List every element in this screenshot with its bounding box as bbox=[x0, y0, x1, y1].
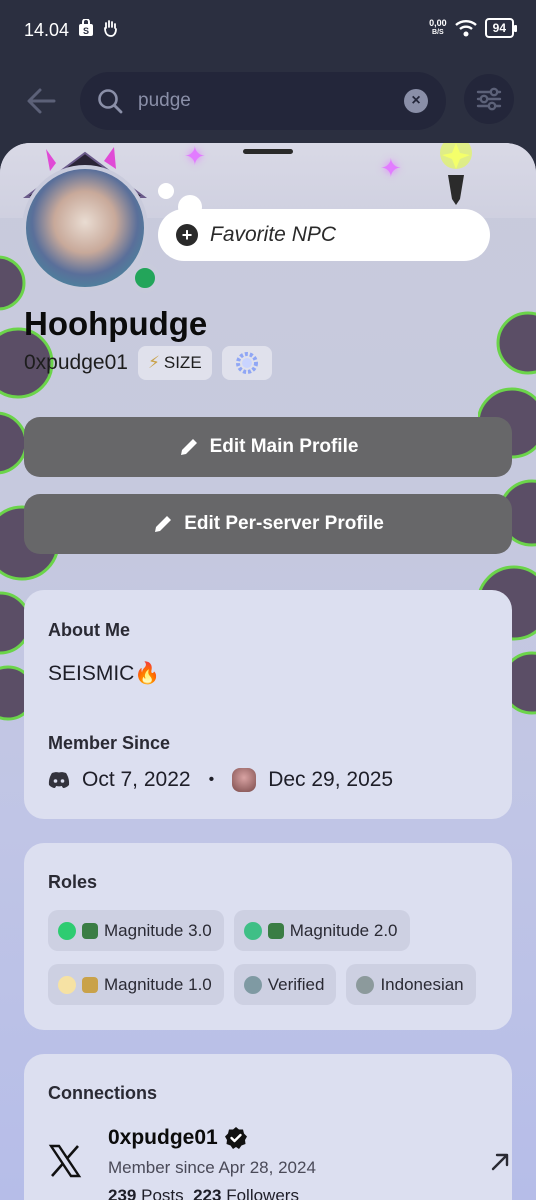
about-me-heading: About Me bbox=[48, 620, 130, 640]
role-emblem-icon bbox=[82, 976, 98, 993]
profile-sheet: ✦ ✦ + Favorite NPC Hoohpudge 0xpudge01 ⚡… bbox=[0, 143, 536, 1200]
followers-count: 223 bbox=[193, 1186, 222, 1200]
role-label: Magnitude 2.0 bbox=[289, 920, 398, 940]
external-link-arrow-icon[interactable] bbox=[490, 1152, 510, 1172]
role-color-dot bbox=[356, 975, 375, 994]
member-since-heading: Member Since bbox=[48, 733, 171, 753]
role-label: Indonesian bbox=[380, 974, 464, 994]
add-status-icon: + bbox=[176, 224, 198, 246]
custom-status-bubble[interactable]: + Favorite NPC bbox=[158, 209, 490, 261]
clock: 14.04 bbox=[24, 20, 70, 40]
role-chip[interactable]: Magnitude 1.0 bbox=[48, 964, 224, 1005]
server-icon bbox=[232, 768, 257, 792]
sparkle-icon: ✦ bbox=[380, 153, 402, 183]
role-label: Verified bbox=[267, 974, 325, 994]
username: 0xpudge01 bbox=[24, 351, 128, 374]
discord-member-since: Oct 7, 2022 bbox=[82, 768, 191, 791]
role-chip[interactable]: Magnitude 2.0 bbox=[233, 910, 410, 951]
posts-count: 239 bbox=[108, 1186, 137, 1200]
role-color-dot bbox=[243, 921, 262, 940]
connection-account-name: 0xpudge01 bbox=[108, 1126, 218, 1149]
battery-indicator: 94 bbox=[484, 18, 518, 38]
status-bar: 14.04 S 0,00 B/S 94 bbox=[0, 0, 536, 58]
server-tag[interactable]: ⚡ SIZE bbox=[137, 346, 212, 380]
server-member-since: Dec 29, 2025 bbox=[268, 768, 394, 791]
search-header: pudge × bbox=[0, 58, 536, 148]
filter-button[interactable] bbox=[464, 74, 514, 124]
member-since-row: Oct 7, 2022 • Dec 29, 2025 bbox=[48, 768, 393, 792]
role-color-dot bbox=[58, 975, 76, 994]
custom-status-text: Favorite NPC bbox=[210, 223, 337, 246]
edit-main-profile-button[interactable]: Edit Main Profile bbox=[24, 417, 512, 477]
separator-dot: • bbox=[208, 771, 215, 788]
connections-heading: Connections bbox=[48, 1083, 158, 1103]
search-icon bbox=[98, 89, 123, 114]
gesture-hand-icon bbox=[104, 20, 117, 37]
wifi-icon bbox=[454, 20, 477, 37]
back-arrow-icon[interactable] bbox=[24, 84, 58, 118]
online-status-indicator bbox=[130, 263, 160, 293]
role-label: Magnitude 3.0 bbox=[104, 920, 212, 940]
roles-card: Roles Magnitude 3.0 Magnitude 2.0 Magnit… bbox=[24, 843, 512, 1030]
display-name: Hoohpudge bbox=[24, 305, 208, 342]
connections-card: Connections 0xpudge01 Member since Apr 2… bbox=[24, 1054, 512, 1200]
role-emblem-icon bbox=[82, 922, 98, 939]
connection-member-since: Member since Apr 28, 2024 bbox=[108, 1158, 316, 1177]
edit-per-server-profile-label: Edit Per-server Profile bbox=[184, 513, 384, 534]
connection-stats: 239 Posts 223 Followers bbox=[108, 1186, 299, 1200]
search-query: pudge bbox=[138, 90, 191, 111]
role-color-dot bbox=[243, 975, 262, 994]
search-input[interactable]: pudge × bbox=[80, 72, 446, 130]
connection-name-row: 0xpudge01 bbox=[108, 1126, 248, 1150]
clear-search-icon[interactable]: × bbox=[404, 89, 428, 113]
role-color-dot bbox=[58, 921, 76, 940]
drag-handle[interactable] bbox=[243, 149, 293, 154]
sparkle-icon: ✦ bbox=[184, 143, 206, 171]
sliders-icon bbox=[476, 87, 502, 111]
thought-bubble-dot bbox=[158, 183, 174, 199]
network-speed: 0,00 B/S bbox=[429, 18, 447, 37]
avatar bbox=[22, 165, 148, 291]
edit-main-profile-label: Edit Main Profile bbox=[209, 436, 359, 457]
connection-row[interactable]: 0xpudge01 Member since Apr 28, 2024 239 … bbox=[48, 1124, 509, 1200]
about-me-card: About Me SEISMIC🔥 Member Since Oct 7, 20… bbox=[24, 590, 512, 819]
role-label: Magnitude 1.0 bbox=[104, 974, 212, 994]
pencil-icon bbox=[155, 516, 172, 532]
avatar-container[interactable] bbox=[16, 147, 160, 293]
svg-text:S: S bbox=[83, 26, 89, 36]
role-chip[interactable]: Magnitude 3.0 bbox=[48, 910, 224, 951]
verified-check-icon bbox=[224, 1127, 247, 1149]
edit-per-server-profile-button[interactable]: Edit Per-server Profile bbox=[24, 494, 512, 554]
pencil-icon bbox=[180, 439, 197, 455]
username-row: 0xpudge01 ⚡ SIZE bbox=[24, 346, 272, 380]
shopping-bag-icon: S bbox=[79, 19, 93, 36]
gear-badge-icon bbox=[235, 352, 258, 374]
role-chip[interactable]: Verified bbox=[233, 964, 337, 1005]
about-me-text: SEISMIC🔥 bbox=[48, 662, 161, 685]
lightning-bolt-icon: ⚡ bbox=[147, 353, 160, 372]
roles-heading: Roles bbox=[48, 872, 98, 892]
followers-label: Followers bbox=[226, 1186, 299, 1200]
role-emblem-icon bbox=[267, 922, 284, 939]
profile-badge[interactable] bbox=[221, 346, 272, 380]
server-tag-label: SIZE bbox=[163, 353, 202, 372]
posts-label: Posts bbox=[141, 1186, 184, 1200]
role-chip[interactable]: Indonesian bbox=[346, 964, 476, 1005]
roles-list: Magnitude 3.0 Magnitude 2.0 Magnitude 1.… bbox=[48, 910, 498, 1005]
discord-logo-icon bbox=[48, 772, 70, 788]
x-logo-icon bbox=[48, 1144, 82, 1178]
lamp-decoration bbox=[440, 143, 472, 205]
